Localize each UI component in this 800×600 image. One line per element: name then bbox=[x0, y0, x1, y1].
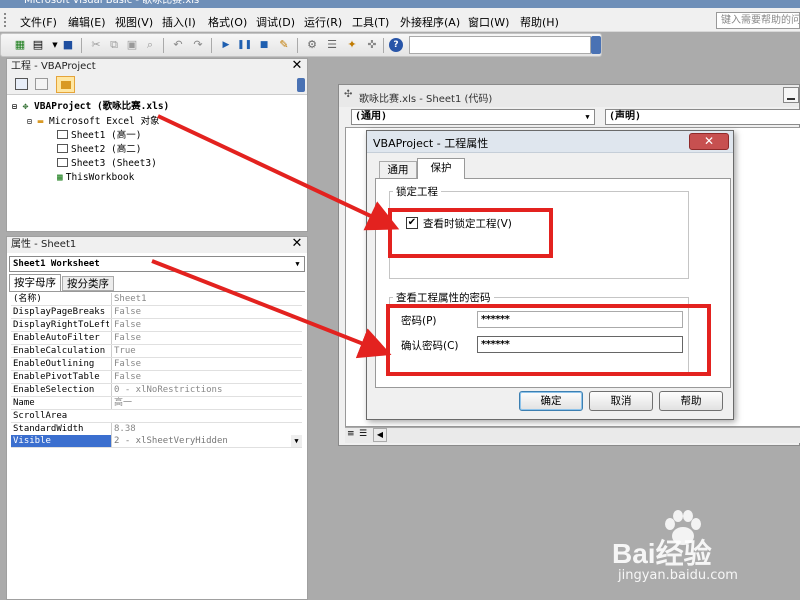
arrow-to-password bbox=[151, 259, 392, 359]
baidu-watermark: Bai经验 jingyan.baidu.com bbox=[612, 510, 792, 590]
arrow-to-lock bbox=[157, 114, 400, 231]
watermark-url: jingyan.baidu.com bbox=[618, 568, 738, 583]
watermark-logo-text: Bai经验 bbox=[612, 538, 712, 569]
